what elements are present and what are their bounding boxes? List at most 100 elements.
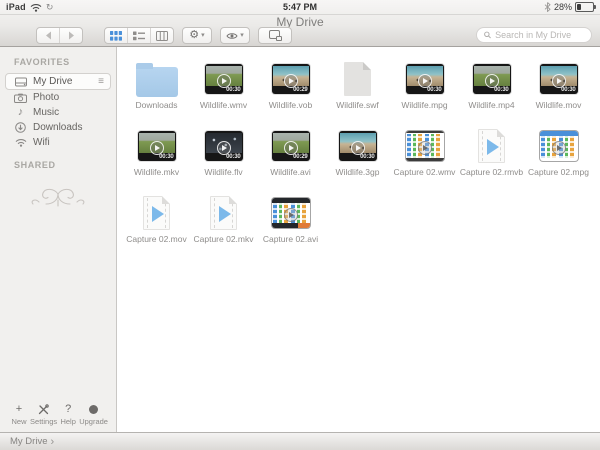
file-name-label: Capture 02.mpg — [528, 167, 589, 177]
play-icon — [284, 74, 298, 88]
list-view-icon — [133, 31, 145, 41]
sidebar-footer: + New Settings ? Help Upgrade — [0, 404, 116, 426]
file-browser-pane: Downloads 00:30 Wildlife.wmv 00:29 Wildl… — [118, 47, 600, 432]
play-icon — [217, 141, 231, 155]
video-thumbnail-icon: 00:29 — [272, 131, 310, 161]
play-icon — [552, 74, 566, 88]
grid-view-button[interactable] — [105, 28, 127, 43]
video-document-icon — [143, 196, 170, 230]
video-thumbnail-icon: 00:30 — [473, 64, 511, 94]
file-icon — [406, 125, 444, 167]
help-button[interactable]: ? Help — [57, 404, 79, 426]
forward-button[interactable] — [59, 28, 82, 43]
tools-icon — [30, 404, 57, 415]
file-icon: 00:30 — [205, 58, 243, 100]
column-view-button[interactable] — [150, 28, 173, 43]
file-name-label: Wildlife.mkv — [134, 167, 179, 177]
menu-icon[interactable]: ≡ — [98, 77, 104, 87]
video-thumbnail-icon: 00:30 — [339, 131, 377, 161]
sidebar-item-my-drive[interactable]: My Drive ≡ — [5, 73, 111, 90]
file-icon: 00:30 — [406, 58, 444, 100]
file-tile[interactable]: Capture 02.mkv — [190, 192, 257, 259]
file-tile[interactable]: Capture 02.avi — [257, 192, 324, 259]
video-thumbnail-icon: 00:29 — [272, 64, 310, 94]
duration-badge: 00:30 — [226, 154, 240, 160]
video-thumbnail-icon: 00:30 — [205, 64, 243, 94]
list-view-button[interactable] — [127, 28, 150, 43]
sidebar-item-wifi[interactable]: Wifi — [0, 135, 116, 150]
sidebar-item-label: Wifi — [33, 137, 50, 148]
file-tile[interactable]: 00:30 Wildlife.mp4 — [458, 58, 525, 125]
footer-label: New — [8, 417, 30, 426]
file-tile[interactable]: 00:30 Wildlife.3gp — [324, 125, 391, 192]
file-tile[interactable]: 00:29 Wildlife.vob — [257, 58, 324, 125]
view-switcher — [104, 27, 174, 44]
top-chrome: iPad ↻ 5:47 PM 28% My Drive — [0, 0, 600, 47]
file-name-label: Downloads — [135, 100, 177, 110]
bottom-bar: My Drive › — [0, 432, 600, 450]
screen-capture-thumbnail-icon — [540, 131, 578, 161]
flourish-ornament — [0, 186, 116, 215]
file-tile[interactable]: 00:30 Wildlife.mpg — [391, 58, 458, 125]
file-icon — [143, 192, 170, 234]
file-name-label: Wildlife.wmv — [200, 100, 247, 110]
play-icon — [284, 141, 298, 155]
circle-icon — [79, 404, 108, 415]
play-icon — [485, 74, 499, 88]
play-triangle-icon — [487, 139, 499, 155]
video-thumbnail-icon: 00:30 — [205, 131, 243, 161]
file-grid: Downloads 00:30 Wildlife.wmv 00:29 Wildl… — [118, 47, 596, 259]
grid-view-icon — [110, 31, 122, 41]
file-tile[interactable]: 00:30 Wildlife.wmv — [190, 58, 257, 125]
file-name-label: Wildlife.vob — [269, 100, 312, 110]
plus-icon: + — [8, 404, 30, 415]
eye-icon — [226, 32, 238, 40]
status-right: 28% — [544, 2, 594, 12]
file-tile[interactable]: Capture 02.wmv — [391, 125, 458, 192]
file-icon: 00:30 — [205, 125, 243, 167]
forward-icon — [68, 31, 75, 40]
file-tile[interactable]: Downloads — [123, 58, 190, 125]
play-triangle-icon — [152, 206, 164, 222]
file-name-label: Wildlife.mp4 — [468, 100, 514, 110]
file-name-label: Wildlife.3gp — [336, 167, 380, 177]
battery-percent: 28% — [554, 2, 572, 12]
view-options-dropdown-button[interactable]: ▾ — [220, 27, 250, 44]
new-folder-button[interactable] — [258, 27, 292, 44]
play-triangle-icon — [219, 206, 231, 222]
back-button[interactable] — [37, 28, 59, 43]
clock: 5:47 PM — [0, 2, 600, 12]
file-tile[interactable]: 00:30 Wildlife.flv — [190, 125, 257, 192]
file-tile[interactable]: Capture 02.rmvb — [458, 125, 525, 192]
chevron-down-icon: ▾ — [240, 32, 244, 39]
wifi-icon — [14, 138, 27, 147]
file-icon: 00:30 — [540, 58, 578, 100]
sidebar-item-music[interactable]: ♪ Music — [0, 105, 116, 120]
breadcrumb-label: My Drive — [10, 436, 47, 447]
sidebar-item-photo[interactable]: Photo — [0, 90, 116, 105]
breadcrumb[interactable]: My Drive › — [10, 436, 54, 447]
file-tile[interactable]: 00:29 Wildlife.avi — [257, 125, 324, 192]
file-tile[interactable]: Wildlife.swf — [324, 58, 391, 125]
play-icon — [552, 141, 566, 155]
actions-dropdown-button[interactable]: ⚙ ▾ — [182, 27, 212, 44]
question-icon: ? — [57, 404, 79, 415]
file-tile[interactable]: Capture 02.mov — [123, 192, 190, 259]
file-tile[interactable]: 00:30 Wildlife.mov — [525, 58, 592, 125]
document-icon — [344, 62, 371, 96]
new-button[interactable]: + New — [8, 404, 30, 426]
play-icon — [284, 208, 298, 222]
duration-badge: 00:30 — [360, 154, 374, 160]
sidebar-item-downloads[interactable]: Downloads — [0, 120, 116, 135]
sidebar-item-label: My Drive — [33, 76, 72, 87]
settings-button[interactable]: Settings — [30, 404, 57, 426]
file-icon: 00:29 — [272, 58, 310, 100]
screen-capture-thumbnail-icon — [272, 198, 310, 228]
upgrade-button[interactable]: Upgrade — [79, 404, 108, 426]
file-name-label: Capture 02.mov — [126, 234, 186, 244]
file-name-label: Wildlife.mov — [536, 100, 582, 110]
file-tile[interactable]: Capture 02.mpg — [525, 125, 592, 192]
play-icon — [418, 141, 432, 155]
search-input[interactable] — [495, 30, 584, 40]
file-tile[interactable]: 00:30 Wildlife.mkv — [123, 125, 190, 192]
